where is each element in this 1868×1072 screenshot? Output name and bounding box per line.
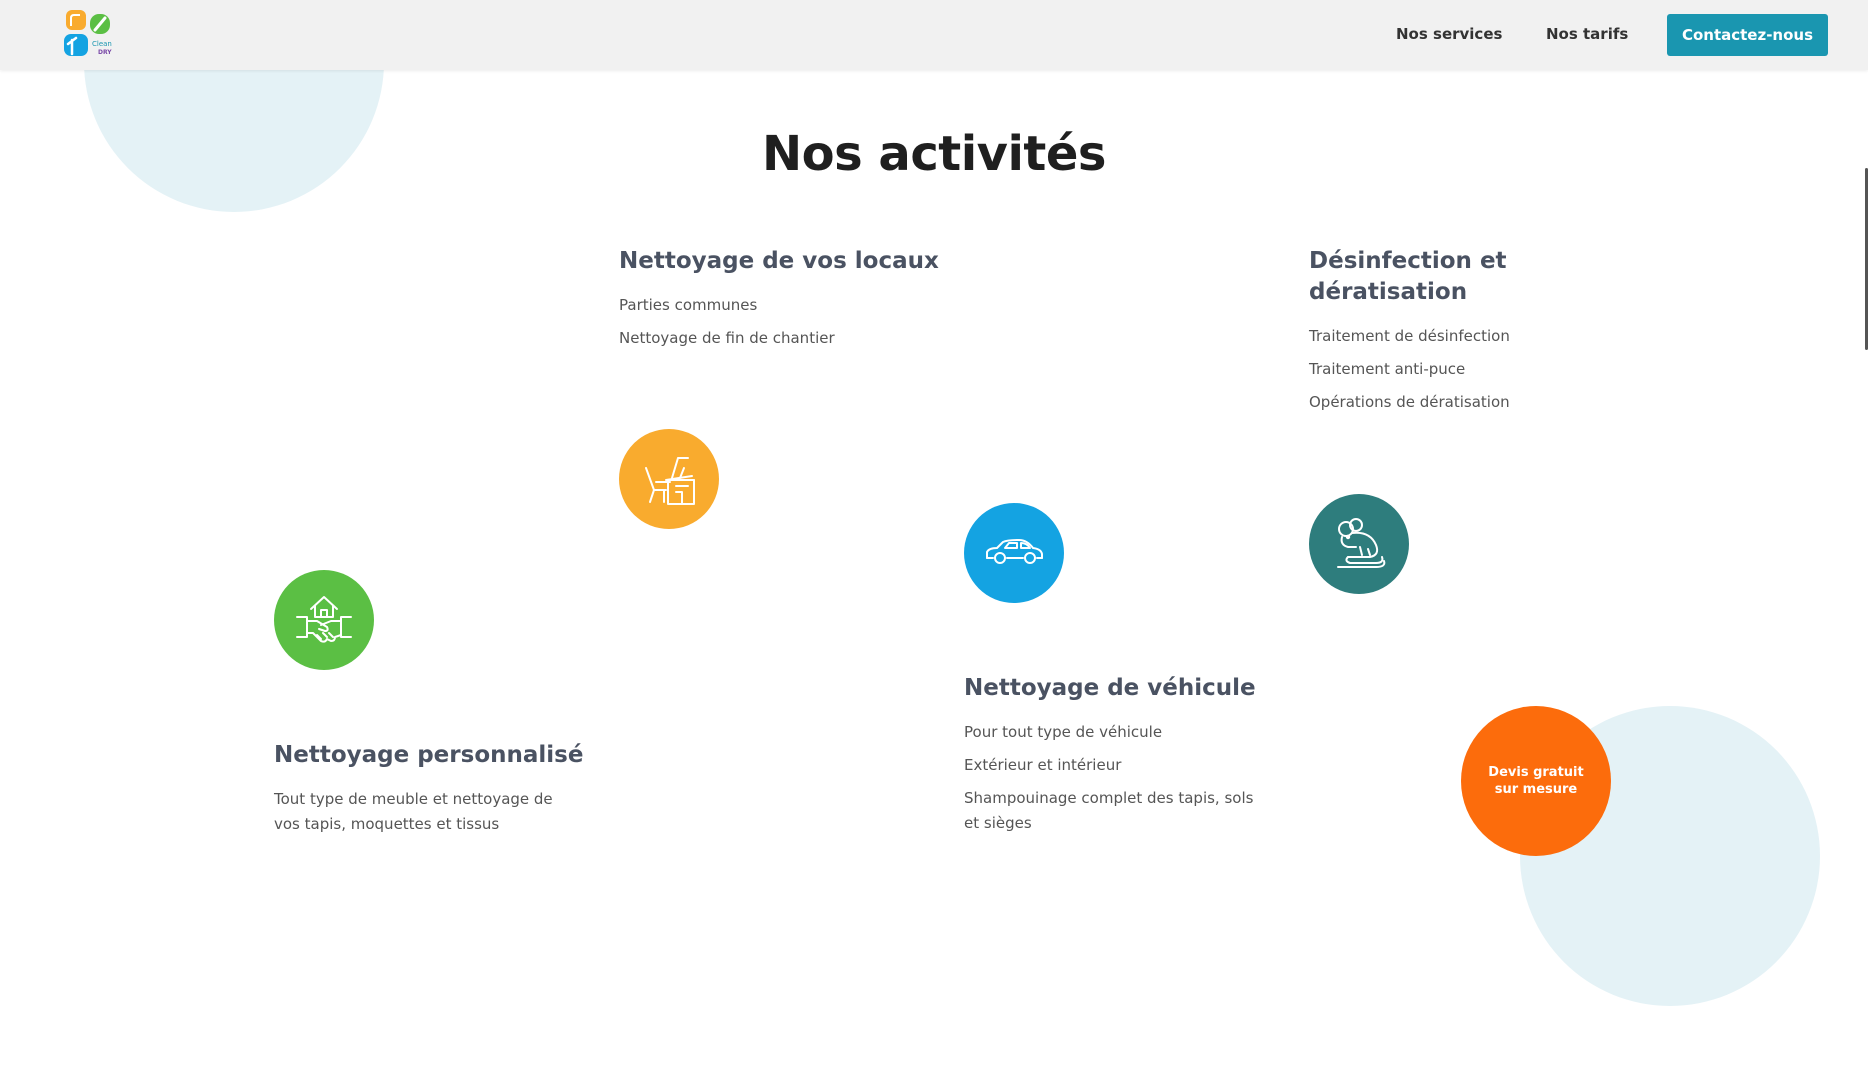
activity-item: Traitement de désinfection: [1309, 327, 1510, 345]
activity-title-desinfection: Désinfection et dératisation: [1309, 248, 1507, 305]
handshake-house-icon: [274, 570, 374, 670]
svg-text:DRY: DRY: [98, 49, 112, 56]
scrollbar[interactable]: [1864, 0, 1868, 1072]
activity-title-locaux: Nettoyage de vos locaux: [619, 248, 939, 274]
activity-list-locaux: Parties communes Nettoyage de fin de cha…: [619, 293, 979, 359]
office-desk-icon: [619, 429, 719, 529]
activity-item: Parties communes: [619, 296, 758, 314]
activity-title-personnalise: Nettoyage personnalisé: [274, 742, 584, 768]
free-quote-button[interactable]: Devis gratuit sur mesure: [1461, 706, 1611, 856]
clean-dry-logo[interactable]: Clean DRY: [62, 8, 118, 60]
car-icon: [964, 503, 1064, 603]
activity-item: Extérieur et intérieur: [964, 756, 1122, 774]
activity-description-personnalise: Tout type de meuble et nettoyage de vos …: [274, 790, 553, 833]
nav-link-tarifs[interactable]: Nos tarifs: [1546, 25, 1628, 43]
contact-button[interactable]: Contactez-nous: [1667, 14, 1828, 56]
rat-icon: [1309, 494, 1409, 594]
site-header: Clean DRY Nos services Nos tarifs Contac…: [0, 0, 1868, 70]
activity-item: Opérations de dératisation: [1309, 393, 1510, 411]
activity-item: Traitement anti-puce: [1309, 360, 1466, 378]
activity-list-vehicule: Pour tout type de véhicule Extérieur et …: [964, 720, 1254, 844]
nav-link-services[interactable]: Nos services: [1396, 25, 1502, 43]
activity-title-vehicule: Nettoyage de véhicule: [964, 675, 1256, 701]
section-title: Nos activités: [762, 126, 1106, 182]
activity-item: Shampouinage complet des tapis, sols et …: [964, 789, 1254, 832]
activity-item: Nettoyage de fin de chantier: [619, 329, 835, 347]
activity-list-desinfection: Traitement de désinfection Traitement an…: [1309, 324, 1629, 423]
svg-text:Clean: Clean: [92, 40, 112, 48]
activity-item: Pour tout type de véhicule: [964, 723, 1163, 741]
